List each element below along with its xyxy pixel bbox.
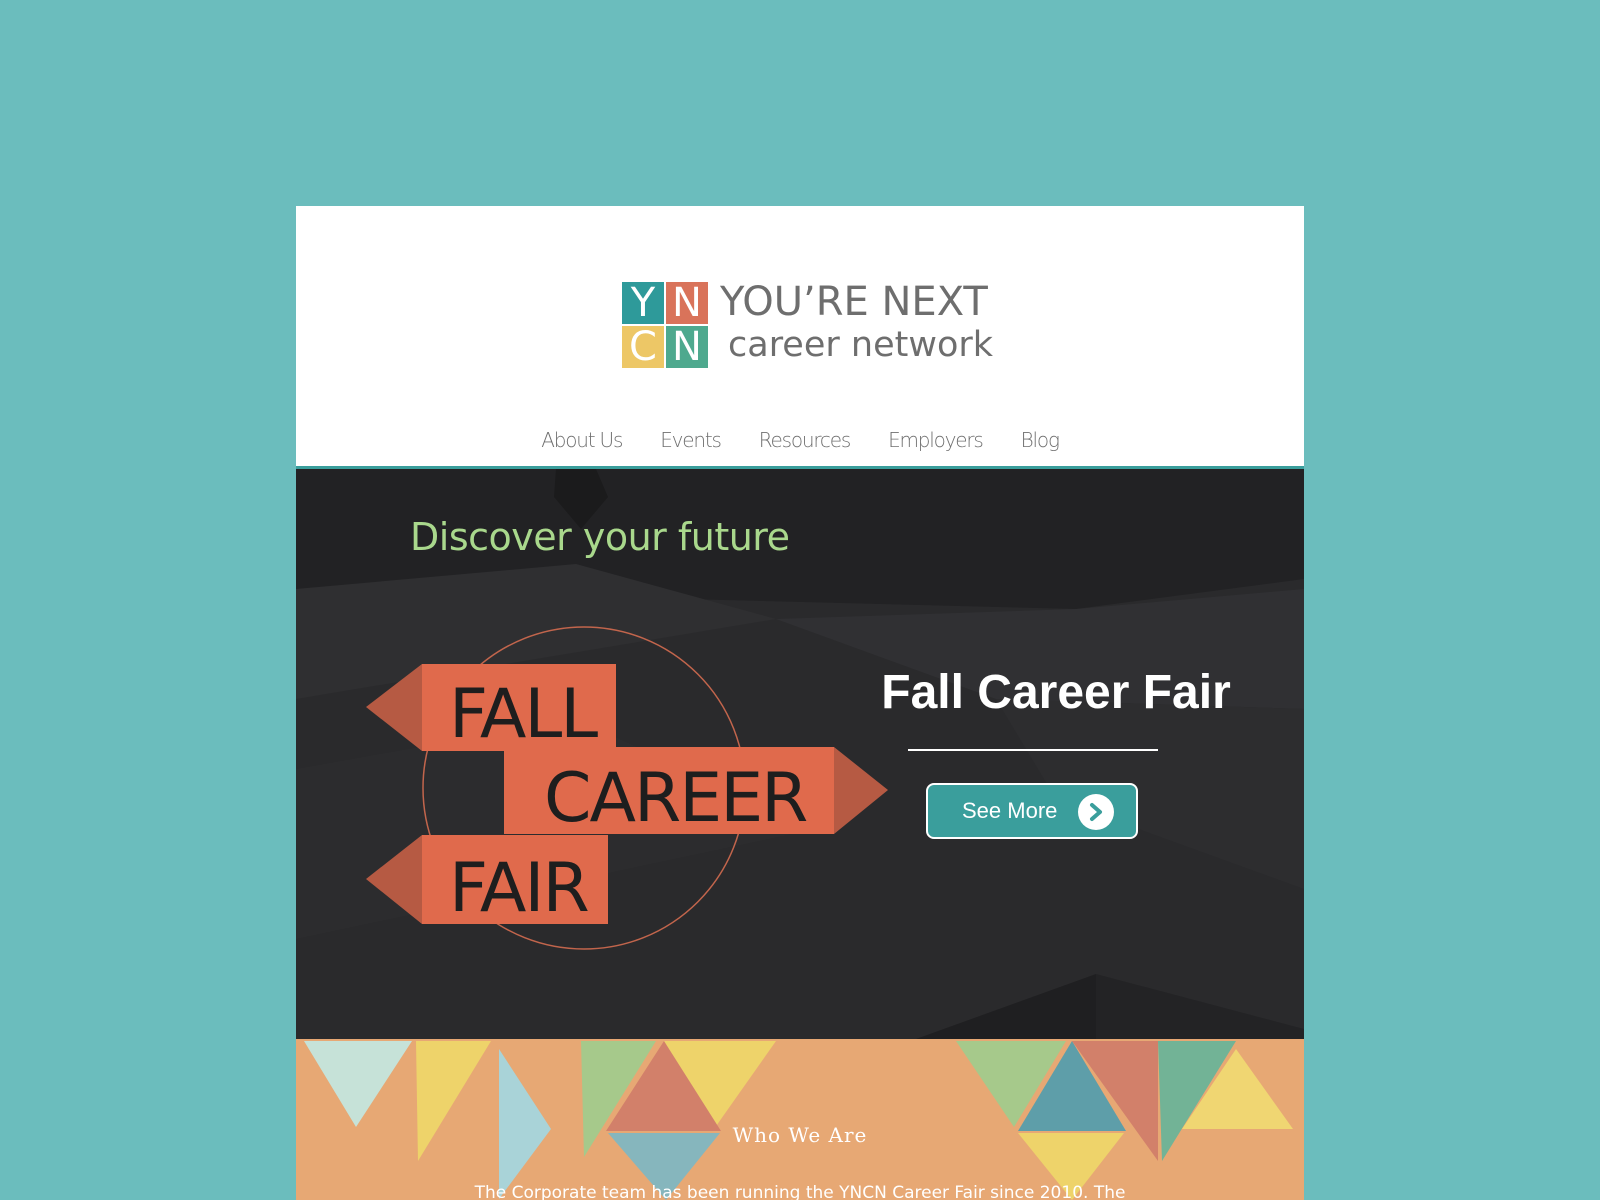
hero-tagline: Discover your future	[410, 515, 790, 559]
logo-wordmark: YOU’RE NEXT career network	[720, 279, 994, 366]
section-body: The Corporate team has been running the …	[474, 1183, 1126, 1200]
graphic-word-career: CAREER	[544, 759, 807, 838]
logo-line-1: YOU’RE NEXT	[720, 279, 988, 325]
hero-banner: FALL CAREER FAIR Discover your future Fa…	[296, 469, 1304, 1039]
nav-item-employers[interactable]: Employers	[888, 428, 984, 452]
logo-letter-y: Y	[622, 282, 664, 324]
hero-title: Fall Career Fair	[881, 666, 1231, 719]
nav-item-about-us[interactable]: About Us	[541, 428, 623, 452]
who-we-are-section: Who We Are The Corporate team has been r…	[296, 1039, 1304, 1200]
nav-item-blog[interactable]: Blog	[1021, 428, 1060, 452]
nav-item-events[interactable]: Events	[660, 428, 722, 452]
see-more-button[interactable]: See More	[926, 783, 1138, 839]
chevron-right-icon	[1078, 794, 1114, 830]
bunting-decoration	[304, 1041, 1293, 1200]
hero-divider	[908, 749, 1158, 751]
nav-item-resources[interactable]: Resources	[759, 428, 852, 452]
graphic-word-fair: FAIR	[449, 849, 588, 928]
yncn-logo[interactable]: Y N C N YOU’RE NEXT career network	[622, 279, 994, 368]
logo-letter-c: C	[622, 326, 664, 368]
logo-line-2: career network	[728, 325, 994, 365]
see-more-label: See More	[962, 798, 1058, 823]
graphic-word-fall: FALL	[449, 675, 598, 754]
main-nav: About Us Events Resources Employers Blog	[296, 428, 1304, 452]
logo-letter-n: N	[666, 282, 708, 324]
email-frame: Y N C N YOU’RE NEXT career network About…	[296, 206, 1304, 1200]
logo-letter-n2: N	[666, 326, 708, 368]
logo-mark: Y N C N	[622, 282, 708, 368]
section-title: Who We Are	[732, 1123, 868, 1147]
header: Y N C N YOU’RE NEXT career network About…	[296, 206, 1304, 469]
